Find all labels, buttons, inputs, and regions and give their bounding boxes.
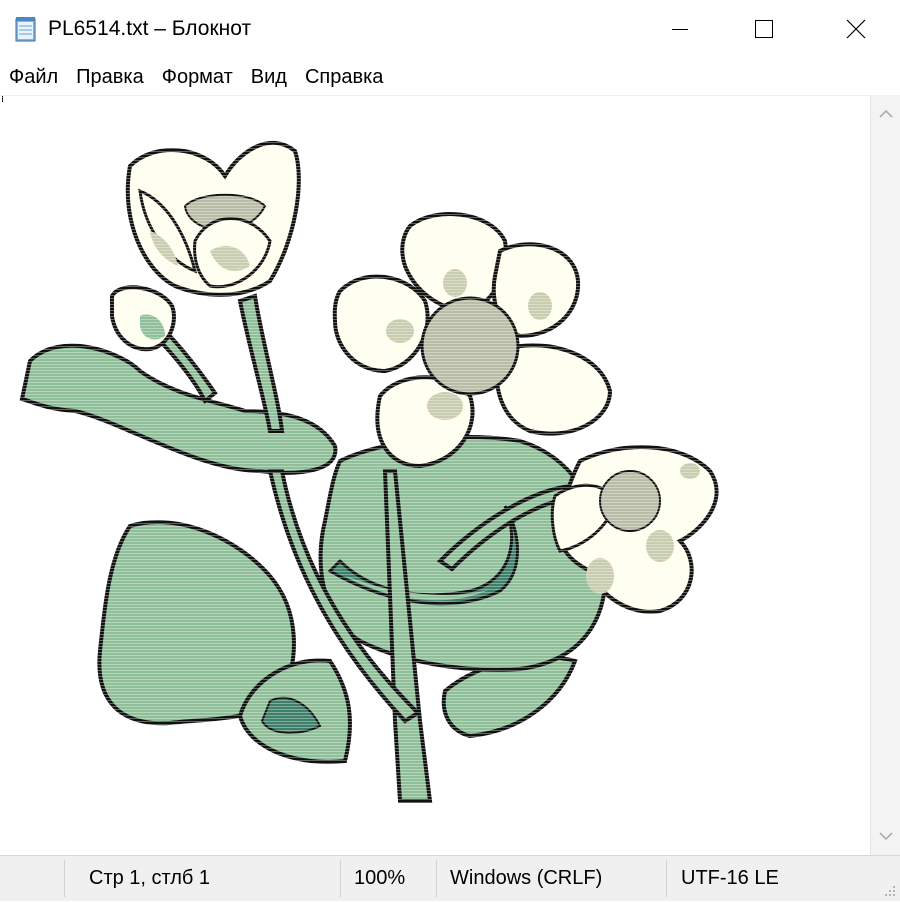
status-line-ending: Windows (CRLF)	[450, 867, 603, 889]
status-separator	[340, 860, 341, 897]
minimize-icon	[672, 29, 688, 30]
maximize-icon	[755, 20, 773, 38]
status-cursor-position: Стр 1, стлб 1	[89, 867, 211, 889]
status-separator	[64, 860, 65, 897]
status-encoding: UTF-16 LE	[681, 867, 779, 889]
scroll-down-button[interactable]	[871, 823, 900, 849]
menu-bar: Файл Правка Формат Вид Справка	[0, 60, 900, 94]
status-separator	[436, 860, 437, 897]
resize-grip-icon[interactable]	[882, 883, 896, 897]
menu-file[interactable]: Файл	[0, 65, 67, 89]
chevron-down-icon	[879, 832, 893, 841]
flower-illustration	[0, 96, 870, 856]
notepad-window: PL6514.txt – Блокнот Файл Правка Формат …	[0, 0, 900, 901]
window-title: PL6514.txt – Блокнот	[48, 17, 252, 40]
status-separator	[666, 860, 667, 897]
menu-format[interactable]: Формат	[153, 65, 242, 89]
status-bar: Стр 1, стлб 1 100% Windows (CRLF) UTF-16…	[0, 855, 900, 901]
minimize-button[interactable]	[634, 0, 726, 58]
menu-view[interactable]: Вид	[242, 65, 296, 89]
close-icon	[846, 19, 866, 39]
maximize-button[interactable]	[718, 0, 810, 58]
menu-help[interactable]: Справка	[296, 65, 392, 89]
vertical-scrollbar[interactable]	[870, 95, 900, 855]
text-editor[interactable]	[0, 95, 870, 856]
notepad-icon[interactable]	[14, 16, 38, 42]
menu-edit[interactable]: Правка	[67, 65, 153, 89]
status-zoom: 100%	[354, 867, 406, 889]
chevron-up-icon	[879, 109, 893, 118]
title-bar[interactable]: PL6514.txt – Блокнот	[0, 0, 900, 58]
scroll-up-button[interactable]	[871, 101, 900, 127]
close-button[interactable]	[810, 0, 900, 58]
